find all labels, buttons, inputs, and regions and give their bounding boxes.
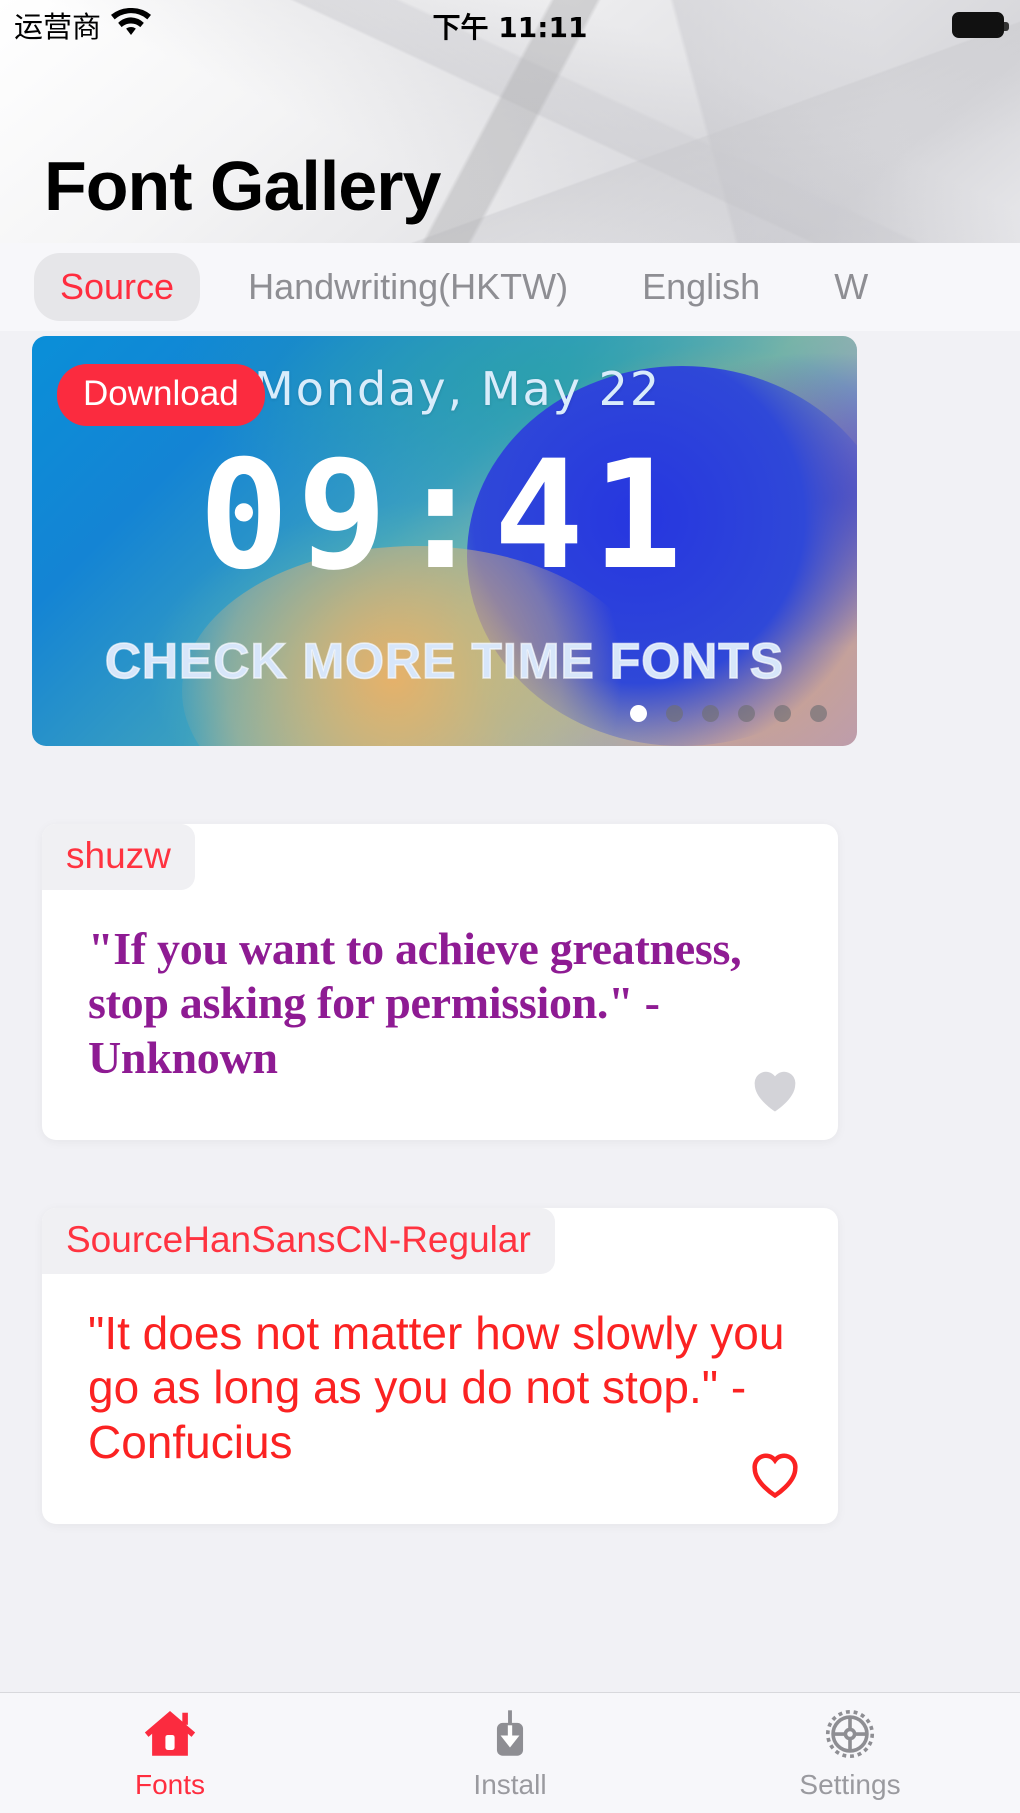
font-name-tag: shuzw	[42, 824, 195, 890]
carrier-label: 运营商	[14, 10, 102, 44]
bottom-tab-fonts[interactable]: Fonts	[0, 1693, 340, 1813]
status-bar-clock: 下午 11:11	[432, 11, 588, 44]
app-root: 运营商 下午 11:11 Font Gallery Source Handwri…	[0, 0, 1020, 1813]
bottom-tab-settings[interactable]: Settings	[680, 1693, 1020, 1813]
carousel-page-dots[interactable]	[630, 705, 827, 722]
tab-handwriting-hktw[interactable]: Handwriting(HKTW)	[222, 253, 594, 321]
bottom-tab-label: Fonts	[134, 1769, 206, 1800]
bottom-tab-install[interactable]: Install	[340, 1693, 680, 1813]
bottom-tab-label: Settings	[799, 1769, 901, 1800]
carousel-dot[interactable]	[666, 705, 683, 722]
bottom-tab-bar: Fonts Install Settings	[0, 1692, 1020, 1813]
heart-icon[interactable]	[748, 1064, 802, 1114]
banner-date-text: Monday, May 22	[254, 362, 662, 416]
bottom-tab-label: Install	[473, 1769, 547, 1800]
font-card[interactable]: shuzw "If you want to achieve greatness,…	[42, 824, 838, 1140]
page-title: Font Gallery	[44, 147, 441, 225]
carousel-dot[interactable]	[738, 705, 755, 722]
carousel-dot[interactable]	[774, 705, 791, 722]
carousel-dot[interactable]	[702, 705, 719, 722]
category-tab-strip[interactable]: Source Handwriting(HKTW) English W	[0, 243, 1020, 331]
font-card[interactable]: SourceHanSansCN-Regular "It does not mat…	[42, 1208, 838, 1524]
heart-icon[interactable]	[748, 1448, 802, 1499]
home-icon	[141, 1705, 199, 1763]
status-bar: 运营商 下午 11:11	[0, 0, 1020, 52]
download-icon	[481, 1705, 539, 1763]
banner-clock-text: 09:41	[198, 429, 691, 603]
download-button[interactable]: Download	[57, 364, 265, 426]
tab-english[interactable]: English	[616, 253, 786, 321]
font-name-tag: SourceHanSansCN-Regular	[42, 1208, 555, 1274]
carousel-dot[interactable]	[810, 705, 827, 722]
wifi-icon	[111, 7, 152, 43]
promo-banner-carousel[interactable]: Download Monday, May 22 09:41 CHECK MORE…	[32, 336, 857, 746]
carousel-dot[interactable]	[630, 705, 647, 722]
tab-next-partial[interactable]: W	[808, 253, 894, 321]
tab-source[interactable]: Source	[34, 253, 201, 321]
gear-icon	[821, 1705, 879, 1763]
status-bar-left: 运营商	[14, 4, 152, 46]
banner-subtitle-text: CHECK MORE TIME FONTS	[104, 632, 785, 690]
battery-full-icon	[952, 12, 1009, 38]
